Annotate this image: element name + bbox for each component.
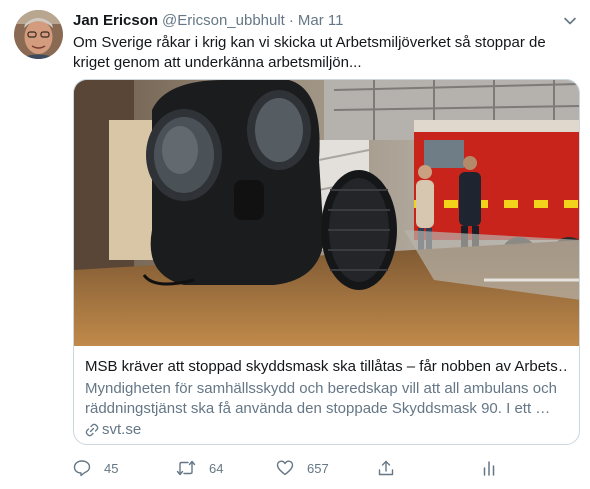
separator-dot: · — [288, 12, 294, 29]
card-domain[interactable]: svt.se — [85, 420, 568, 440]
card-image[interactable] — [74, 80, 579, 346]
retweet-button[interactable]: 64 — [176, 456, 223, 480]
heart-icon — [276, 460, 294, 476]
tweet-text: Om Sverige råkar i krig kan vi skicka ut… — [73, 33, 573, 73]
share-icon — [378, 460, 394, 476]
retweet-icon — [176, 460, 196, 476]
link-card[interactable]: MSB kräver att stoppad skyddsmask ska ti… — [73, 79, 580, 445]
tweet[interactable]: Jan Ericson @Ericson_ubbhult · Mar 11 Om Sv… — [0, 0, 590, 489]
chevron-down-icon[interactable] — [560, 11, 580, 31]
share-button[interactable] — [377, 456, 408, 480]
card-body[interactable]: MSB kräver att stoppad skyddsmask ska ti… — [85, 357, 568, 440]
tweet-date[interactable]: Mar 11 — [298, 12, 344, 29]
like-button[interactable]: 657 — [276, 456, 329, 480]
link-icon — [85, 423, 99, 437]
reply-icon — [73, 460, 91, 477]
card-title[interactable]: MSB kräver att stoppad skyddsmask ska ti… — [85, 357, 568, 377]
like-count: 657 — [307, 460, 329, 476]
analytics-button[interactable] — [480, 456, 511, 480]
tweet-text-line: kriget genom att underkänna arbetsmiljön… — [73, 54, 362, 71]
author-name[interactable]: Jan Ericson — [73, 12, 158, 29]
tweet-header: Jan Ericson @Ericson_ubbhult · Mar 11 — [73, 11, 580, 31]
author-handle[interactable]: @Ericson_ubbhult — [162, 12, 285, 29]
reply-button[interactable]: 45 — [73, 456, 118, 480]
card-domain-text: svt.se — [102, 421, 142, 438]
reply-count: 45 — [104, 460, 119, 476]
action-bar: 45 64 657 — [73, 456, 580, 480]
analytics-icon — [483, 461, 495, 476]
retweet-count: 64 — [209, 460, 224, 476]
avatar[interactable] — [14, 10, 63, 59]
tweet-text-line: Om Sverige råkar i krig kan vi skicka ut… — [73, 34, 546, 51]
card-description: Myndigheten för samhällsskydd och bereds… — [85, 380, 557, 417]
